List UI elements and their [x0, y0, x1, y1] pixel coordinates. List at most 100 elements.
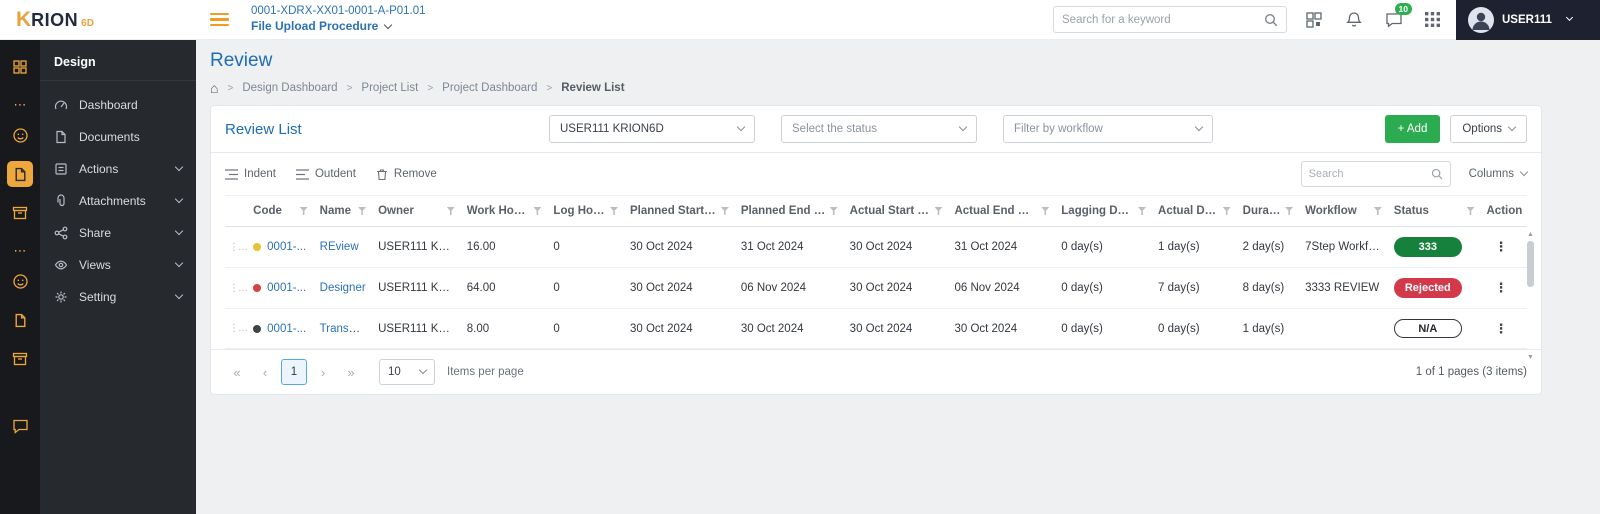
- home-icon[interactable]: ⌂: [210, 81, 218, 95]
- status-filter-select[interactable]: Select the status: [781, 115, 977, 143]
- col-actual-start[interactable]: Actual Start Date: [844, 196, 949, 227]
- indent-button[interactable]: Indent: [225, 168, 276, 180]
- col-planned-start[interactable]: Planned Start Date: [624, 196, 735, 227]
- last-page-button[interactable]: »: [339, 360, 363, 384]
- document-icon[interactable]: [7, 307, 33, 333]
- remove-button[interactable]: Remove: [376, 168, 437, 181]
- code-link[interactable]: 0001-...: [267, 323, 306, 335]
- grid-search[interactable]: [1301, 161, 1451, 187]
- breadcrumb-project-list[interactable]: Project List: [361, 82, 418, 94]
- sidebar-item-attachments[interactable]: Attachments: [40, 185, 196, 217]
- scrollbar-thumb[interactable]: [1527, 241, 1534, 287]
- search-icon[interactable]: [1431, 168, 1443, 180]
- sidebar-item-documents[interactable]: Documents: [40, 121, 196, 153]
- archive-box-icon[interactable]: [7, 200, 33, 226]
- search-icon[interactable]: [1264, 13, 1278, 27]
- status-badge[interactable]: N/A: [1394, 319, 1462, 338]
- grid-search-input[interactable]: [1309, 168, 1431, 180]
- scan-qr-icon[interactable]: [1305, 11, 1323, 29]
- status-badge[interactable]: 333: [1394, 237, 1462, 257]
- filter-funnel-icon[interactable]: [1467, 207, 1475, 215]
- scroll-up-icon[interactable]: ▲: [1527, 231, 1534, 238]
- scroll-down-icon[interactable]: ▼: [1527, 354, 1534, 361]
- breadcrumb-design-dashboard[interactable]: Design Dashboard: [242, 82, 337, 94]
- messages-icon[interactable]: 10: [1385, 11, 1403, 29]
- filter-funnel-icon[interactable]: [1374, 207, 1382, 215]
- col-name[interactable]: Name: [314, 196, 372, 227]
- grid-scrollbar[interactable]: ▲ ▼: [1524, 231, 1537, 361]
- col-actual-days[interactable]: Actual Days: [1152, 196, 1237, 227]
- name-link[interactable]: Transmittal: [320, 323, 372, 335]
- col-work-hours[interactable]: Work Hours: [461, 196, 548, 227]
- file-upload-procedure-link[interactable]: File Upload Procedure: [251, 19, 426, 35]
- global-search[interactable]: [1053, 6, 1287, 33]
- options-button[interactable]: Options: [1450, 115, 1527, 143]
- row-actions-icon[interactable]: ⋮: [1487, 321, 1516, 336]
- col-owner[interactable]: Owner: [372, 196, 461, 227]
- global-search-input[interactable]: [1062, 14, 1264, 26]
- col-status[interactable]: Status: [1388, 196, 1481, 227]
- name-link[interactable]: Designer: [320, 282, 366, 294]
- sidebar-item-dashboard[interactable]: Dashboard: [40, 89, 196, 121]
- status-badge[interactable]: Rejected: [1394, 278, 1462, 298]
- modules-grid-icon[interactable]: [7, 54, 33, 80]
- filter-funnel-icon[interactable]: [300, 207, 308, 215]
- filter-funnel-icon[interactable]: [934, 207, 942, 215]
- document-module-icon[interactable]: [7, 161, 33, 187]
- archive-box-icon[interactable]: [7, 346, 33, 372]
- user-filter-select[interactable]: USER111 KRION6D: [549, 115, 755, 143]
- filter-funnel-icon[interactable]: [1223, 207, 1231, 215]
- menu-toggle-icon[interactable]: [210, 13, 229, 26]
- row-actions-icon[interactable]: ⋮: [1487, 239, 1516, 254]
- col-workflow[interactable]: Workflow: [1299, 196, 1388, 227]
- sidebar-item-views[interactable]: Views: [40, 249, 196, 281]
- add-button[interactable]: + Add: [1385, 115, 1441, 143]
- bell-icon[interactable]: [1345, 11, 1363, 29]
- sidebar-item-actions[interactable]: Actions: [40, 153, 196, 185]
- breadcrumb-project-dashboard[interactable]: Project Dashboard: [442, 82, 537, 94]
- col-code[interactable]: Code: [247, 196, 314, 227]
- first-page-button[interactable]: «: [225, 360, 249, 384]
- col-lagging-days[interactable]: Lagging Days↑: [1055, 196, 1152, 227]
- page-size-select[interactable]: 10: [379, 359, 435, 385]
- code-link[interactable]: 0001-...: [267, 282, 306, 294]
- columns-button[interactable]: Columns: [1469, 168, 1527, 180]
- user-menu[interactable]: USER111: [1456, 0, 1600, 40]
- filter-funnel-icon[interactable]: [533, 207, 541, 215]
- next-page-button[interactable]: ›: [311, 360, 335, 384]
- table-row[interactable]: ⋮⋮ 0001-... REview USER111 KRION6D 16.00…: [225, 227, 1527, 268]
- workflow-filter-select[interactable]: Filter by workflow: [1003, 115, 1213, 143]
- table-row[interactable]: ⋮⋮ 0001-... Designer USER111 KRION6D 64.…: [225, 268, 1527, 309]
- drag-handle-icon[interactable]: ⋮⋮: [229, 242, 247, 253]
- workflow-filter-placeholder: Filter by workflow: [1014, 123, 1103, 135]
- chevron-down-icon: [737, 123, 745, 131]
- filter-funnel-icon[interactable]: [610, 207, 618, 215]
- filter-funnel-icon[interactable]: [830, 207, 838, 215]
- app-logo[interactable]: K RION 6D: [0, 8, 196, 32]
- outdent-button[interactable]: Outdent: [296, 168, 356, 180]
- col-log-hours[interactable]: Log Hours: [547, 196, 624, 227]
- filter-funnel-icon[interactable]: [1041, 207, 1049, 215]
- prev-page-button[interactable]: ‹: [253, 360, 277, 384]
- col-duration[interactable]: Duration: [1237, 196, 1299, 227]
- sidebar-item-share[interactable]: Share: [40, 217, 196, 249]
- sidebar-item-setting[interactable]: Setting: [40, 281, 196, 313]
- drag-handle-icon[interactable]: ⋮⋮: [229, 283, 247, 294]
- filter-funnel-icon[interactable]: [358, 207, 366, 215]
- profile-circle-icon[interactable]: [7, 268, 33, 294]
- current-page-button[interactable]: 1: [281, 359, 307, 385]
- apps-grid-icon[interactable]: [1425, 12, 1440, 27]
- filter-funnel-icon[interactable]: [1285, 207, 1293, 215]
- drag-handle-icon[interactable]: ⋮⋮: [229, 323, 247, 334]
- profile-circle-icon[interactable]: [7, 122, 33, 148]
- filter-funnel-icon[interactable]: [447, 207, 455, 215]
- row-actions-icon[interactable]: ⋮: [1487, 280, 1516, 295]
- chat-bubble-icon[interactable]: [7, 413, 33, 439]
- filter-funnel-icon[interactable]: [721, 207, 729, 215]
- name-link[interactable]: REview: [320, 241, 359, 253]
- filter-funnel-icon[interactable]: [1138, 207, 1146, 215]
- col-actual-end[interactable]: Actual End Date: [948, 196, 1055, 227]
- table-row[interactable]: ⋮⋮ 0001-... Transmittal USER111 KRION6D …: [225, 309, 1527, 349]
- col-planned-end[interactable]: Planned End Date: [735, 196, 844, 227]
- code-link[interactable]: 0001-...: [267, 241, 306, 253]
